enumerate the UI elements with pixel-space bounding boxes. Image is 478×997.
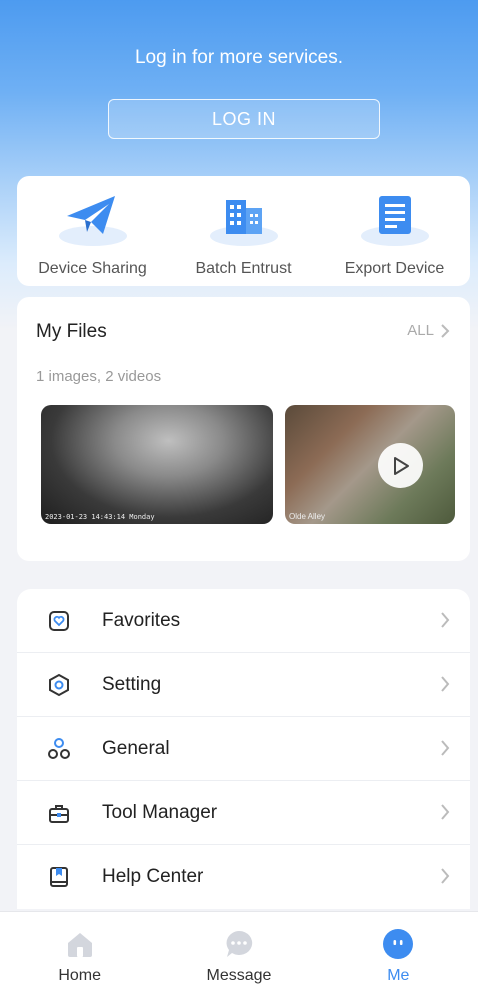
favorites-icon xyxy=(49,611,69,631)
play-icon[interactable] xyxy=(378,443,423,488)
hexagon-settings-icon xyxy=(49,673,69,697)
tab-message[interactable]: Message xyxy=(159,912,318,997)
menu-label-help-center: Help Center xyxy=(102,866,204,887)
tab-label-home: Home xyxy=(58,967,101,984)
file-thumbnail-image[interactable]: 2023-01-23 14:43:14 Monday xyxy=(41,405,273,524)
menu-item-favorites[interactable]: Favorites xyxy=(17,589,470,653)
chevron-right-icon xyxy=(441,676,450,692)
my-files-title: My Files xyxy=(36,321,107,342)
batch-entrust-button[interactable]: Batch Entrust xyxy=(174,190,314,278)
quick-actions-card: Device Sharing Batch Entrust Export Devi… xyxy=(17,176,470,286)
menu-label-favorites: Favorites xyxy=(102,609,181,631)
view-all-label: ALL xyxy=(407,322,434,339)
paper-plane-icon xyxy=(53,190,133,248)
chevron-right-icon xyxy=(441,868,450,884)
menu-label-general: General xyxy=(102,737,170,759)
chevron-right-icon xyxy=(441,804,450,820)
device-sharing-label: Device Sharing xyxy=(38,260,147,277)
files-summary: 1 images, 2 videos xyxy=(36,368,162,385)
tab-me[interactable]: Me xyxy=(319,912,478,997)
device-sharing-button[interactable]: Device Sharing xyxy=(23,190,163,278)
toolbox-icon xyxy=(49,805,69,823)
my-files-card: My Files ALL 1 images, 2 videos 2023-01-… xyxy=(17,297,470,561)
general-circles-icon xyxy=(48,738,70,759)
menu-label-tool-manager: Tool Manager xyxy=(102,801,218,823)
view-all-files-link[interactable]: ALL xyxy=(407,322,450,339)
settings-menu: Favorites Setting General Tool Manager H… xyxy=(17,589,470,909)
buildings-icon xyxy=(204,190,284,248)
thumbnail-caption: Olde Alley xyxy=(289,512,326,521)
login-button[interactable]: LOG IN xyxy=(108,99,380,139)
menu-label-setting: Setting xyxy=(102,673,162,695)
book-icon xyxy=(50,867,68,887)
tab-label-message: Message xyxy=(206,967,272,984)
tab-label-me: Me xyxy=(387,967,410,984)
thumbnail-timestamp: 2023-01-23 14:43:14 Monday xyxy=(45,513,155,521)
chevron-right-icon xyxy=(441,323,450,338)
tab-home[interactable]: Home xyxy=(0,912,159,997)
home-icon xyxy=(67,933,92,957)
export-device-button[interactable]: Export Device xyxy=(325,190,465,278)
chevron-right-icon xyxy=(441,612,450,628)
menu-item-tool-manager[interactable]: Tool Manager xyxy=(17,781,470,845)
menu-item-help-center[interactable]: Help Center xyxy=(17,845,470,909)
message-icon xyxy=(226,930,253,957)
chevron-right-icon xyxy=(441,740,450,756)
document-list-icon xyxy=(355,190,435,248)
file-thumbnail-video[interactable]: Olde Alley xyxy=(285,405,455,524)
bottom-tab-bar: Home Message Me xyxy=(0,911,478,997)
login-prompt: Log in for more services. xyxy=(134,47,344,68)
menu-item-setting[interactable]: Setting xyxy=(17,653,470,717)
menu-item-general[interactable]: General xyxy=(17,717,470,781)
export-device-label: Export Device xyxy=(344,260,445,277)
batch-entrust-label: Batch Entrust xyxy=(195,260,292,277)
me-icon xyxy=(383,929,414,959)
